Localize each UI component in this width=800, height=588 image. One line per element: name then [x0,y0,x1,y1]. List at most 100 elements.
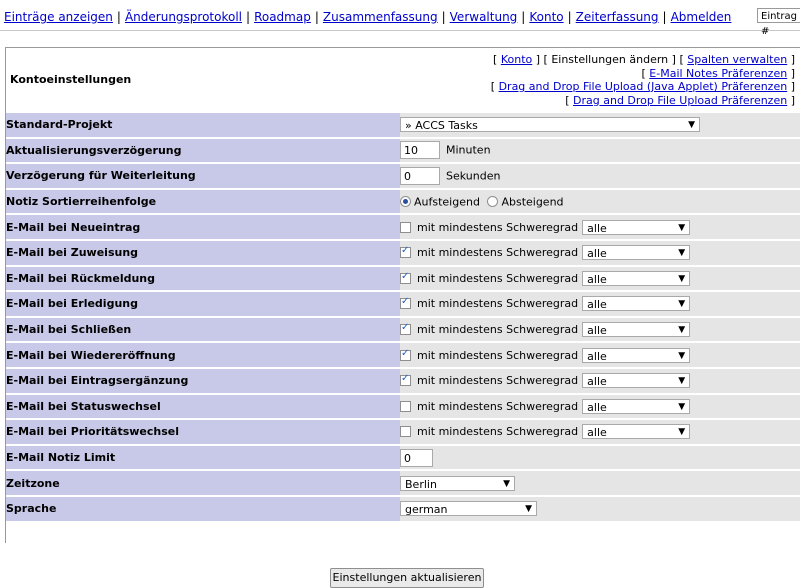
nav-link-roadmap[interactable]: Roadmap [254,10,311,24]
email-notification-checkbox[interactable] [400,373,411,387]
note-order-label: Notiz Sortierreihenfolge [6,189,400,214]
email-notification-cell: mit mindestens Schweregrad alle ▼ [400,368,800,393]
redirect-delay-label: Verzögerung für Weiterleitung [6,164,400,188]
chevron-down-icon: ▼ [678,350,686,361]
email-limit-input[interactable]: 0 [400,448,433,467]
email-notification-checkbox[interactable] [400,426,411,438]
severity-select[interactable]: alle ▼ [582,296,691,312]
dnd-applet-prefs-link[interactable]: Drag and Drop File Upload (Java Applet) … [499,80,788,93]
email-notification-checkbox[interactable] [400,400,411,412]
nav-link-account[interactable]: Konto [529,10,563,24]
current-page-label: Einstellungen ändern [551,53,669,66]
severity-select[interactable]: alle ▼ [582,322,691,338]
nav-separator: | [116,10,121,24]
note-order-asc-label: Aufsteigend [414,195,480,209]
chevron-down-icon: ▼ [525,504,532,515]
redirect-delay-unit: Sekunden [446,169,501,183]
severity-text: mit mindestens Schweregrad [417,220,579,234]
dnd-prefs-link[interactable]: Drag and Drop File Upload Präferenzen [573,94,787,107]
email-notification-label: E-Mail bei Wiedereröffnung [6,343,400,367]
timezone-select[interactable]: Berlin ▼ [400,475,515,491]
language-label: Sprache [6,496,400,521]
severity-text: mit mindestens Schweregrad [417,297,579,311]
email-notification-cell: mit mindestens Schweregrad alle ▼ [400,317,800,342]
severity-select[interactable]: alle ▼ [582,424,691,440]
row-email-limit: E-Mail Notiz Limit 0 [6,445,800,470]
email-notification-checkbox[interactable] [400,221,411,233]
manage-columns-link[interactable]: Spalten verwalten [687,53,787,66]
nav-link-summary[interactable]: Zusammenfassung [323,10,438,24]
row-email-notification: E-Mail bei Zuweisung mit mindestens Schwe… [6,240,800,265]
account-link[interactable]: Konto [501,53,532,66]
update-settings-button[interactable]: Einstellungen aktualisieren [330,568,484,588]
refresh-delay-label: Aktualisierungsverzögerung [6,138,400,163]
nav-link-manage[interactable]: Verwaltung [450,10,518,24]
row-refresh-delay: Aktualisierungsverzögerung 10 Minuten [6,138,800,163]
chevron-down-icon: ▼ [678,401,686,412]
account-settings-panel: Kontoeinstellungen [ Konto ] [ Einstellu… [5,47,800,588]
nav-link-logout[interactable]: Abmelden [671,10,732,24]
email-notification-checkbox[interactable] [400,348,411,361]
severity-select[interactable]: alle ▼ [582,347,691,363]
severity-value: alle [587,400,607,414]
severity-text: mit mindestens Schweregrad [417,323,579,337]
note-order-desc-radio[interactable] [487,196,499,208]
row-email-notification: E-Mail bei Statuswechsel mit mindestens S… [6,394,800,419]
default-project-label: Standard-Projekt [6,113,400,137]
row-email-notification: E-Mail bei Prioritätswechsel mit mindeste… [6,420,800,444]
severity-select[interactable]: alle ▼ [582,245,691,261]
email-notification-label: E-Mail bei Statuswechsel [6,394,400,419]
row-default-project: Standard-Projekt » ACCS Tasks ▼ [6,113,800,137]
language-select[interactable]: german ▼ [400,501,537,517]
email-notification-checkbox[interactable] [400,322,411,336]
chevron-down-icon: ▼ [678,273,686,284]
refresh-delay-unit: Minuten [446,143,491,157]
refresh-delay-input[interactable]: 10 [400,141,440,160]
redirect-delay-input[interactable]: 0 [400,166,440,185]
row-email-notification: E-Mail bei Erledigung mit mindestens Schw… [6,292,800,316]
nav-separator: | [441,10,446,24]
email-notification-checkbox[interactable] [400,271,411,284]
nav-link-changelog[interactable]: Änderungsprotokoll [125,10,242,24]
default-project-value: » ACCS Tasks [405,119,478,133]
default-project-cell: » ACCS Tasks ▼ [400,113,800,137]
severity-select[interactable]: alle ▼ [582,270,691,286]
severity-select[interactable]: alle ▼ [582,219,691,235]
chevron-down-icon: ▼ [678,376,686,387]
chevron-down-icon: ▼ [678,325,686,336]
row-language: Sprache german ▼ [6,496,800,521]
jump-to-issue-input[interactable]: Eintrag # [757,8,800,37]
row-redirect-delay: Verzögerung für Weiterleitung 0 Sekunden [6,164,800,188]
severity-select[interactable]: alle ▼ [582,398,691,414]
email-notification-cell: mit mindestens Schweregrad alle ▼ [400,394,800,419]
severity-value: alle [587,349,607,363]
note-order-asc-radio[interactable] [400,196,411,208]
severity-text: mit mindestens Schweregrad [417,399,579,413]
nav-separator: | [521,10,526,24]
default-project-select[interactable]: » ACCS Tasks ▼ [400,117,700,133]
nav-link-time-tracking[interactable]: Zeiterfassung [576,10,659,24]
severity-select[interactable]: alle ▼ [582,373,691,389]
severity-value: alle [587,247,607,261]
nav-separator: | [662,10,667,24]
email-notification-label: E-Mail bei Erledigung [6,292,400,316]
email-notes-prefs-link[interactable]: E-Mail Notes Präferenzen [649,67,787,80]
email-notification-checkbox[interactable] [400,245,411,259]
settings-table: Standard-Projekt » ACCS Tasks ▼ Aktualisi… [6,111,800,523]
severity-value: alle [587,426,607,440]
severity-value: alle [587,298,607,312]
nav-separator: | [567,10,572,24]
row-email-notification: E-Mail bei Eintragsergänzung mit mindeste… [6,368,800,393]
email-notification-label: E-Mail bei Prioritätswechsel [6,420,400,444]
severity-text: mit mindestens Schweregrad [417,246,579,260]
email-notification-cell: mit mindestens Schweregrad alle ▼ [400,266,800,291]
email-notification-cell: mit mindestens Schweregrad alle ▼ [400,343,800,367]
account-submenu: [ Konto ] [ Einstellungen ändern ] [ Spa… [490,53,795,107]
email-notification-label: E-Mail bei Schließen [6,317,400,342]
severity-text: mit mindestens Schweregrad [417,271,579,285]
chevron-down-icon: ▼ [678,248,686,259]
chevron-down-icon: ▼ [678,427,686,438]
email-notification-checkbox[interactable] [400,296,411,310]
row-email-notification: E-Mail bei Neueintrag mit mindestens Schw… [6,215,800,239]
nav-link-issues[interactable]: Einträge anzeigen [4,10,113,24]
